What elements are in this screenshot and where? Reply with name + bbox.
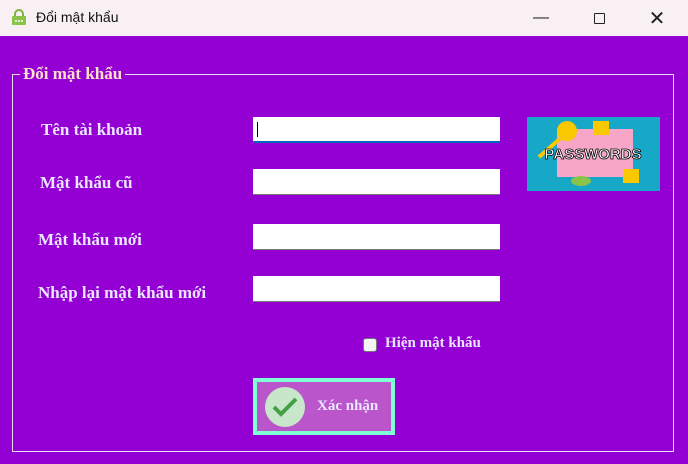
maximize-icon <box>593 12 605 24</box>
submit-button-label: Xác nhận <box>317 398 379 414</box>
show-password-checkbox[interactable] <box>363 338 377 352</box>
minimize-button[interactable]: — <box>518 0 564 36</box>
confirm-password-input[interactable] <box>253 276 500 302</box>
new-password-input[interactable] <box>253 224 500 250</box>
maximize-button[interactable] <box>576 0 622 36</box>
old-password-input[interactable] <box>253 169 500 195</box>
new-password-label: Mật khẩu mới <box>38 230 142 249</box>
old-password-label: Mật khẩu cũ <box>40 173 133 192</box>
confirm-password-label: Nhập lại mật khẩu mới <box>38 283 207 302</box>
title-bar: Đổi mật khẩu — ✕ <box>0 0 688 36</box>
username-input[interactable] <box>253 117 500 143</box>
close-button[interactable]: ✕ <box>634 0 680 36</box>
group-title: Đổi mật khẩu <box>20 64 126 84</box>
window-title: Đổi mật khẩu <box>36 9 119 25</box>
passwords-image: PASSWORDS <box>527 117 660 191</box>
show-password-label[interactable]: Hiện mật khẩu <box>385 335 481 352</box>
passwords-image-text: PASSWORDS <box>544 146 641 163</box>
submit-button[interactable]: Xác nhận <box>253 378 395 435</box>
username-label: Tên tài khoản <box>41 120 143 139</box>
text-caret <box>257 122 258 137</box>
lock-icon <box>12 9 26 25</box>
check-icon <box>265 386 305 427</box>
